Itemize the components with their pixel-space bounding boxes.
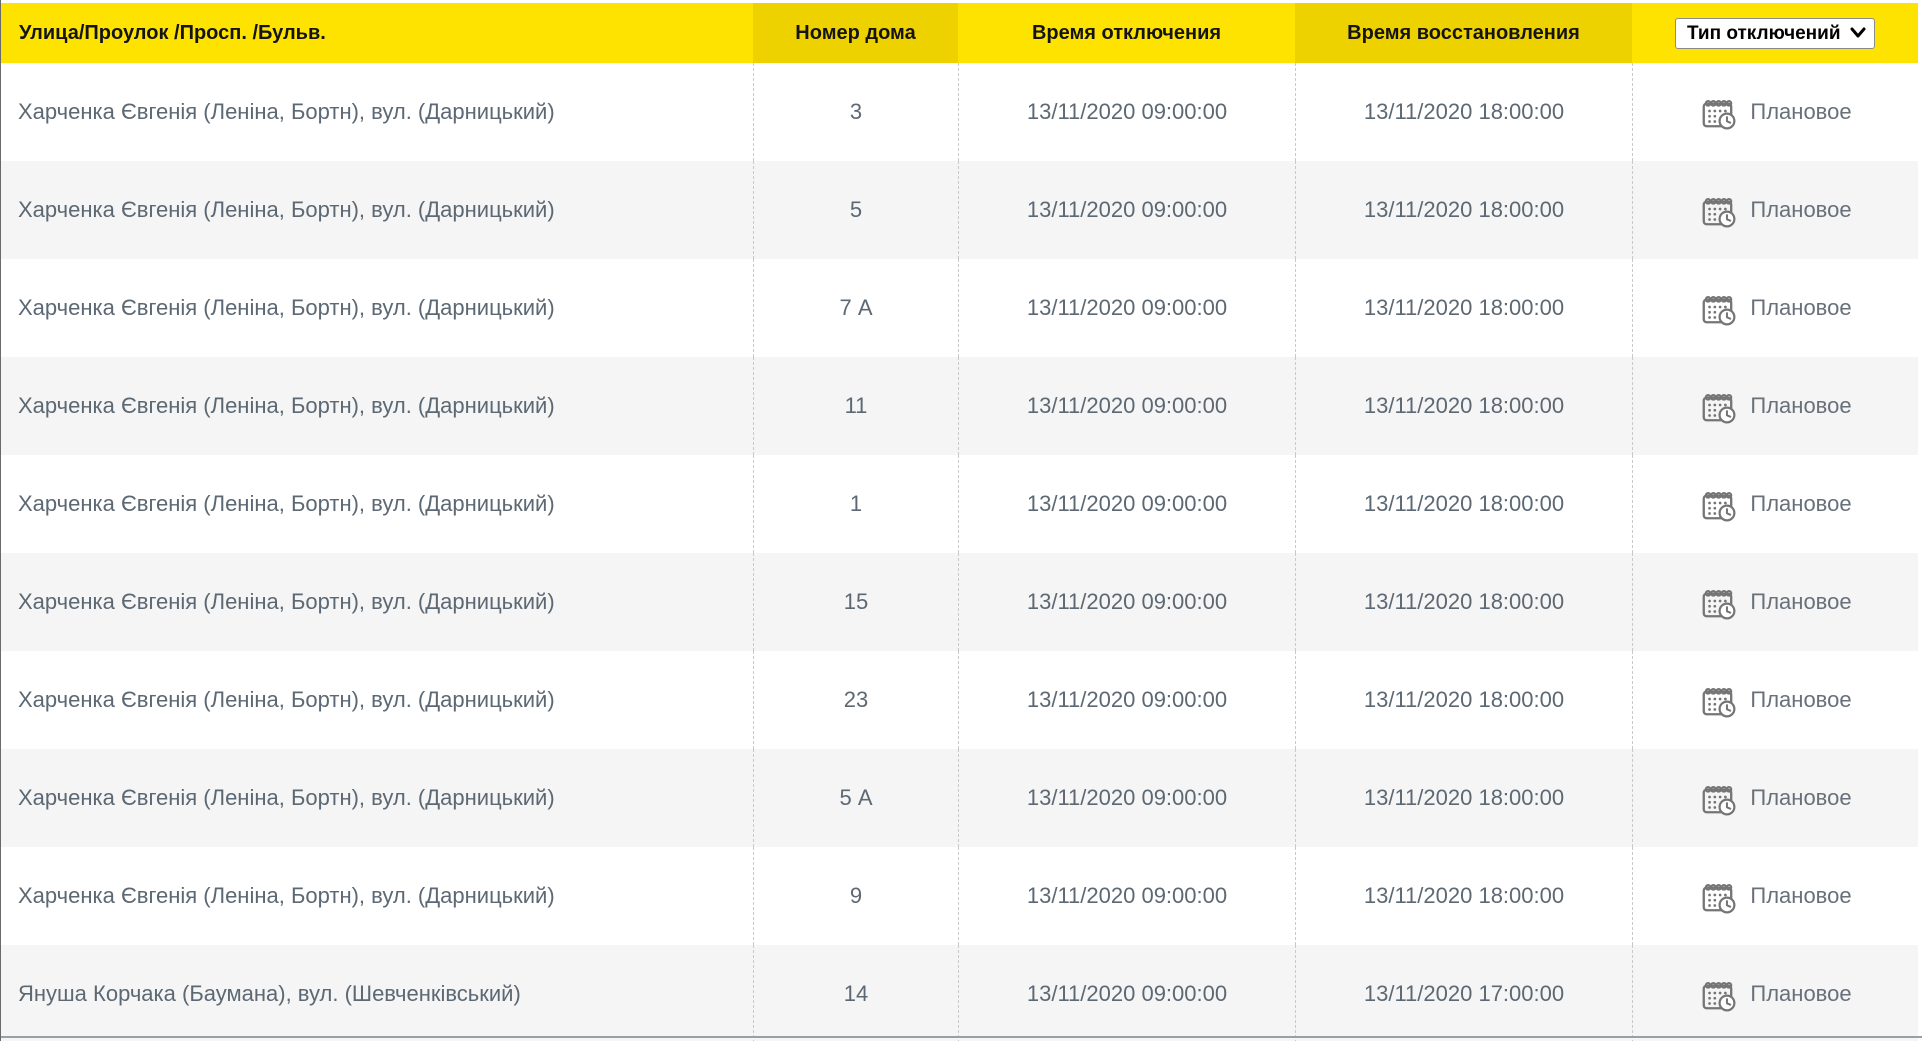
calendar-clock-icon xyxy=(1702,100,1736,130)
street-cell: Януша Корчака (Баумана), вул. (Шевченків… xyxy=(18,981,521,1006)
on-time-cell: 13/11/2020 17:00:00 xyxy=(1295,945,1632,1041)
column-header-off-time-label: Время отключения xyxy=(1031,21,1222,44)
outage-type-cell: Плановое xyxy=(1632,651,1918,749)
outage-type-cell: Плановое xyxy=(1632,357,1918,455)
page: Улица/Проулок /Просп. /Бульв. Номер дома… xyxy=(0,0,1922,1041)
on-time-cell: 13/11/2020 18:00:00 xyxy=(1295,455,1632,553)
street-cell: Харченка Євгенія (Леніна, Бортн), вул. (… xyxy=(18,589,555,614)
column-header-on-time: Время восстановления xyxy=(1295,3,1632,63)
off-time-cell: 13/11/2020 09:00:00 xyxy=(958,651,1295,749)
table-row: Харченка Євгенія (Леніна, Бортн), вул. (… xyxy=(1,455,1918,553)
off-time-cell: 13/11/2020 09:00:00 xyxy=(958,259,1295,357)
column-header-street-label: Улица/Проулок /Просп. /Бульв. xyxy=(19,21,326,44)
house-number-cell: 3 xyxy=(753,63,958,161)
outage-type-cell: Плановое xyxy=(1632,553,1918,651)
on-time-cell: 13/11/2020 18:00:00 xyxy=(1295,161,1632,259)
on-time-cell: 13/11/2020 18:00:00 xyxy=(1295,357,1632,455)
table-body: Харченка Євгенія (Леніна, Бортн), вул. (… xyxy=(1,63,1918,1041)
outage-type-label: Плановое xyxy=(1750,883,1852,908)
street-cell: Харченка Євгенія (Леніна, Бортн), вул. (… xyxy=(18,687,555,712)
street-cell: Харченка Євгенія (Леніна, Бортн), вул. (… xyxy=(18,197,555,222)
street-cell: Харченка Євгенія (Леніна, Бортн), вул. (… xyxy=(18,99,555,124)
bottom-edge-divider xyxy=(1,1036,1922,1038)
table-header-row: Улица/Проулок /Просп. /Бульв. Номер дома… xyxy=(1,3,1918,63)
calendar-clock-icon xyxy=(1702,590,1736,620)
house-number-cell: 1 xyxy=(753,455,958,553)
outage-type-cell: Плановое xyxy=(1632,455,1918,553)
outage-type-cell: Плановое xyxy=(1632,945,1918,1041)
on-time-cell: 13/11/2020 18:00:00 xyxy=(1295,63,1632,161)
table-row: Харченка Євгенія (Леніна, Бортн), вул. (… xyxy=(1,259,1918,357)
outage-type-label: Плановое xyxy=(1750,197,1852,222)
on-time-cell: 13/11/2020 18:00:00 xyxy=(1295,651,1632,749)
house-number-cell: 23 xyxy=(753,651,958,749)
outage-type-label: Плановое xyxy=(1750,99,1852,124)
table-row: Харченка Євгенія (Леніна, Бортн), вул. (… xyxy=(1,749,1918,847)
outage-type-cell: Плановое xyxy=(1632,161,1918,259)
table-row: Харченка Євгенія (Леніна, Бортн), вул. (… xyxy=(1,63,1918,161)
calendar-clock-icon xyxy=(1702,982,1736,1012)
house-number-cell: 15 xyxy=(753,553,958,651)
house-number-cell: 14 xyxy=(753,945,958,1041)
street-cell: Харченка Євгенія (Леніна, Бортн), вул. (… xyxy=(18,295,555,320)
off-time-cell: 13/11/2020 09:00:00 xyxy=(958,553,1295,651)
calendar-clock-icon xyxy=(1702,198,1736,228)
outage-type-cell: Плановое xyxy=(1632,749,1918,847)
off-time-cell: 13/11/2020 09:00:00 xyxy=(958,847,1295,945)
off-time-cell: 13/11/2020 09:00:00 xyxy=(958,63,1295,161)
outages-table: Улица/Проулок /Просп. /Бульв. Номер дома… xyxy=(1,3,1918,1041)
off-time-cell: 13/11/2020 09:00:00 xyxy=(958,161,1295,259)
outage-type-select[interactable]: Тип отключений xyxy=(1675,17,1875,49)
calendar-clock-icon xyxy=(1702,394,1736,424)
calendar-clock-icon xyxy=(1702,786,1736,816)
street-cell: Харченка Євгенія (Леніна, Бортн), вул. (… xyxy=(18,491,555,516)
column-header-on-time-label: Время восстановления xyxy=(1347,21,1580,44)
street-cell: Харченка Євгенія (Леніна, Бортн), вул. (… xyxy=(18,883,555,908)
on-time-cell: 13/11/2020 18:00:00 xyxy=(1295,847,1632,945)
house-number-cell: 5 А xyxy=(753,749,958,847)
table-row: Харченка Євгенія (Леніна, Бортн), вул. (… xyxy=(1,847,1918,945)
table-row: Харченка Євгенія (Леніна, Бортн), вул. (… xyxy=(1,357,1918,455)
off-time-cell: 13/11/2020 09:00:00 xyxy=(958,945,1295,1041)
outage-type-select-wrap: Тип отключений xyxy=(1675,17,1875,49)
outage-type-label: Плановое xyxy=(1750,785,1852,810)
off-time-cell: 13/11/2020 09:00:00 xyxy=(958,455,1295,553)
outage-type-cell: Плановое xyxy=(1632,259,1918,357)
calendar-clock-icon xyxy=(1702,688,1736,718)
on-time-cell: 13/11/2020 18:00:00 xyxy=(1295,553,1632,651)
outage-type-label: Плановое xyxy=(1750,981,1852,1006)
table-row: Харченка Євгенія (Леніна, Бортн), вул. (… xyxy=(1,651,1918,749)
column-header-street: Улица/Проулок /Просп. /Бульв. xyxy=(1,3,753,63)
on-time-cell: 13/11/2020 18:00:00 xyxy=(1295,749,1632,847)
calendar-clock-icon xyxy=(1702,296,1736,326)
calendar-clock-icon xyxy=(1702,492,1736,522)
off-time-cell: 13/11/2020 09:00:00 xyxy=(958,749,1295,847)
column-header-house-label: Номер дома xyxy=(795,21,916,44)
outage-type-label: Плановое xyxy=(1750,589,1852,614)
column-header-off-time: Время отключения xyxy=(958,3,1295,63)
house-number-cell: 5 xyxy=(753,161,958,259)
off-time-cell: 13/11/2020 09:00:00 xyxy=(958,357,1295,455)
outage-type-label: Плановое xyxy=(1750,491,1852,516)
outage-type-label: Плановое xyxy=(1750,295,1852,320)
outage-type-label: Плановое xyxy=(1750,393,1852,418)
table-row: Харченка Євгенія (Леніна, Бортн), вул. (… xyxy=(1,161,1918,259)
calendar-clock-icon xyxy=(1702,884,1736,914)
house-number-cell: 7 А xyxy=(753,259,958,357)
outage-type-cell: Плановое xyxy=(1632,63,1918,161)
street-cell: Харченка Євгенія (Леніна, Бортн), вул. (… xyxy=(18,393,555,418)
house-number-cell: 9 xyxy=(753,847,958,945)
house-number-cell: 11 xyxy=(753,357,958,455)
column-header-type: Тип отключений xyxy=(1632,3,1918,63)
column-header-house: Номер дома xyxy=(753,3,958,63)
outage-type-label: Плановое xyxy=(1750,687,1852,712)
outage-type-cell: Плановое xyxy=(1632,847,1918,945)
table-row: Януша Корчака (Баумана), вул. (Шевченків… xyxy=(1,945,1918,1041)
table-row: Харченка Євгенія (Леніна, Бортн), вул. (… xyxy=(1,553,1918,651)
on-time-cell: 13/11/2020 18:00:00 xyxy=(1295,259,1632,357)
street-cell: Харченка Євгенія (Леніна, Бортн), вул. (… xyxy=(18,785,555,810)
